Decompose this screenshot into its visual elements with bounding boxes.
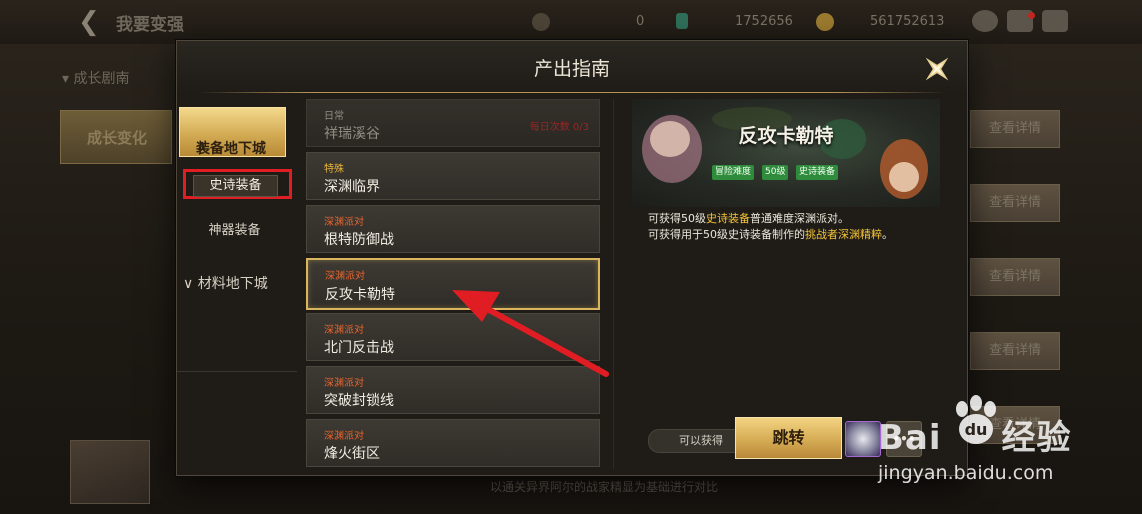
top-bar: ❮ 我要变强 0 1752656 561752613 [0, 0, 1142, 44]
currency-value-1: 0 [636, 14, 645, 29]
dungeon-tag: 日常 [324, 111, 344, 122]
dungeon-detail-panel: 反攻卡勒特 冒险难度 50级 史诗装备 可获得50级史诗装备普通难度深渊派对。 … [632, 99, 940, 457]
subcategory-label: 史诗装备 [209, 178, 262, 193]
bg-detail-button[interactable]: 查看详情 [970, 184, 1060, 222]
dungeon-tag: 深渊派对 [325, 271, 365, 282]
back-arrow-icon[interactable]: ❮ [78, 8, 108, 36]
dungeon-name: 北门反击战 [324, 340, 394, 356]
c-coin-icon [532, 13, 550, 31]
dungeon-tag: 深渊派对 [324, 378, 364, 389]
category-equipment-dungeon[interactable]: ∧ 装备地下城 [179, 107, 286, 157]
shop-icon[interactable] [972, 10, 998, 32]
bottom-note: 以通关异界阿尔的战家精显为基础进行对比 [490, 480, 719, 494]
dungeon-tag: 深渊派对 [324, 217, 364, 228]
banner-art [642, 107, 928, 199]
modal-title: 产出指南 [533, 58, 610, 80]
dungeon-card[interactable]: 特殊 深渊临界 [306, 152, 600, 200]
dungeon-card[interactable]: 深渊派对 根特防御战 [306, 205, 600, 253]
dungeon-card[interactable]: 深渊派对 突破封锁线 [306, 366, 600, 414]
dungeon-description: 可获得50级史诗装备普通难度深渊派对。 可获得用于50级史诗装备制作的挑战者深渊… [648, 212, 893, 241]
silver-ore-icon[interactable] [845, 421, 881, 457]
category-material-dungeon[interactable]: ∨ 材料地下城 [183, 273, 268, 293]
dungeon-tag: 深渊派对 [324, 431, 364, 442]
panel-divider [613, 99, 614, 469]
dungeon-name: 反攻卡勒特 [325, 287, 395, 303]
dungeon-tag: 深渊派对 [324, 325, 364, 336]
currency-value-2: 1752656 [735, 14, 793, 29]
dungeon-banner: 反攻卡勒特 冒险难度 50级 史诗装备 [632, 99, 940, 207]
close-icon[interactable] [917, 49, 957, 89]
category-column: ∧ 装备地下城 史诗装备 神器装备 ∨ 材料地下城 [177, 105, 297, 475]
equipment-badge: 史诗装备 [796, 165, 839, 180]
nav-item-growth[interactable]: 成长变化 [60, 110, 172, 164]
gold-coin-icon [816, 13, 834, 31]
dungeon-card[interactable]: 日常 祥瑞溪谷 每日次数 0/3 [306, 99, 600, 147]
notification-dot [1028, 12, 1035, 19]
dungeon-list[interactable]: 日常 祥瑞溪谷 每日次数 0/3 特殊 深渊临界 深渊派对 根特防御战 深渊派对… [305, 99, 602, 469]
dungeon-name: 深渊临界 [324, 179, 380, 195]
bg-detail-button[interactable]: 查看详情 [970, 258, 1060, 296]
subcategory-artifact-equipment[interactable]: 神器装备 [177, 219, 292, 238]
dungeon-card-selected[interactable]: 深渊派对 反攻卡勒特 [306, 258, 600, 310]
annotation-highlight-box: 史诗装备 [183, 169, 292, 199]
level-badge: 50级 [762, 165, 789, 180]
jump-button[interactable]: 跳转 [735, 417, 842, 459]
daily-count: 每日次数 0/3 [529, 122, 589, 133]
chat-icon[interactable] [1042, 10, 1068, 32]
nav-item-guide[interactable]: ▾ 成长剧南 [62, 68, 129, 88]
dungeon-name: 祥瑞溪谷 [324, 126, 380, 142]
bg-detail-button[interactable]: 查看详情 [970, 332, 1060, 370]
item-thumbnail [70, 440, 150, 504]
svg-text:du: du [965, 420, 988, 439]
difficulty-badge: 冒险难度 [712, 165, 755, 180]
dungeon-name: 根特防御战 [324, 232, 394, 248]
chevron-down-icon: ∨ [183, 276, 194, 292]
category-label: 装备地下城 [196, 141, 266, 157]
gem-icon [676, 13, 688, 29]
page-title: 我要变强 [116, 15, 184, 35]
title-divider [197, 92, 947, 93]
column-divider [177, 371, 297, 372]
subcategory-epic-equipment[interactable]: 史诗装备 [193, 175, 278, 197]
dungeon-title: 反攻卡勒特 [738, 125, 834, 147]
bg-detail-button[interactable]: 查看详情 [970, 110, 1060, 148]
dungeon-name: 突破封锁线 [324, 393, 394, 409]
dungeon-tag: 特殊 [324, 164, 344, 175]
dungeon-card[interactable]: 深渊派对 北门反击战 [306, 313, 600, 361]
dungeon-name: 烽火街区 [324, 446, 380, 462]
currency-value-3: 561752613 [870, 14, 945, 29]
dungeon-card[interactable]: 深渊派对 烽火街区 [306, 419, 600, 467]
watermark-url: jingyan.baidu.com [878, 462, 1054, 484]
production-guide-modal: 产出指南 ∧ 装备地下城 史诗装备 神器装备 ∨ 材料地下城 日常 祥瑞溪谷 每… [176, 40, 968, 476]
baidu-paw-icon: du [956, 395, 996, 444]
